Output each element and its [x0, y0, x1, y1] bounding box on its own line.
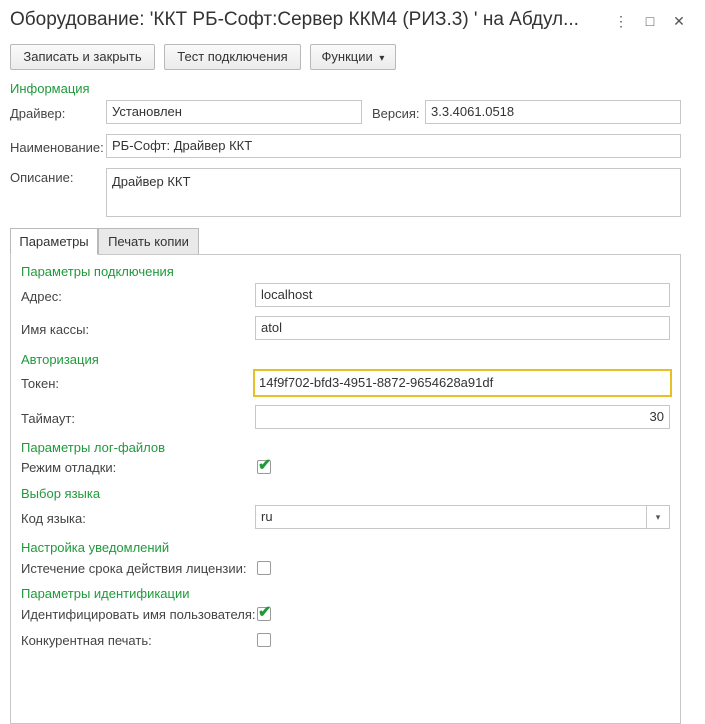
chevron-down-icon: ▾: [379, 53, 385, 64]
notify-section-title: Настройка уведомлений: [21, 540, 170, 555]
window-title: Оборудование: 'ККТ РБ-Софт:Сервер ККМ4 (…: [10, 9, 579, 30]
chevron-down-icon[interactable]: ▾: [646, 506, 669, 528]
lang-label: Код языка:: [21, 511, 86, 526]
debug-checkbox[interactable]: ✔: [257, 457, 272, 474]
concurrent-label: Конкурентная печать:: [21, 633, 152, 648]
close-icon[interactable]: ✕: [667, 10, 691, 32]
connection-section-title: Параметры подключения: [21, 264, 174, 279]
name-label: Наименование:: [10, 140, 104, 155]
driver-field[interactable]: Установлен: [106, 100, 362, 124]
version-label: Версия:: [372, 106, 420, 121]
more-icon[interactable]: ⋮: [609, 10, 633, 32]
version-field[interactable]: 3.3.4061.0518: [425, 100, 681, 124]
functions-button[interactable]: Функции ▾: [310, 44, 396, 70]
address-field[interactable]: localhost: [255, 283, 670, 307]
name-field[interactable]: РБ-Софт: Драйвер ККТ: [106, 134, 681, 158]
license-checkbox[interactable]: [257, 561, 271, 575]
check-icon: ✔: [258, 457, 272, 474]
token-label: Токен:: [21, 376, 60, 391]
log-section-title: Параметры лог-файлов: [21, 440, 165, 455]
save-close-button[interactable]: Записать и закрыть: [10, 44, 155, 70]
cashbox-label: Имя кассы:: [21, 322, 90, 337]
ident-user-checkbox[interactable]: ✔: [257, 604, 272, 621]
lang-section-title: Выбор языка: [21, 486, 101, 501]
lang-select[interactable]: ru ▾: [255, 505, 670, 529]
driver-label: Драйвер:: [10, 106, 66, 121]
token-field[interactable]: 14f9f702-bfd3-4951-8872-9654628a91df: [253, 369, 672, 397]
functions-label: Функции: [321, 49, 373, 64]
timeout-field[interactable]: 30: [255, 405, 670, 429]
timeout-label: Таймаут:: [21, 411, 75, 426]
debug-label: Режим отладки:: [21, 460, 117, 475]
auth-section-title: Авторизация: [21, 352, 99, 367]
ident-section-title: Параметры идентификации: [21, 586, 190, 601]
concurrent-checkbox[interactable]: [257, 633, 271, 647]
ident-user-label: Идентифицировать имя пользователя:: [21, 607, 256, 622]
test-connection-button[interactable]: Тест подключения: [164, 44, 301, 70]
tab-print-copy[interactable]: Печать копии: [98, 228, 199, 255]
license-label: Истечение срока действия лицензии:: [21, 561, 247, 576]
cashbox-field[interactable]: atol: [255, 316, 670, 340]
description-field[interactable]: Драйвер ККТ: [106, 168, 681, 217]
tab-parameters[interactable]: Параметры: [10, 228, 98, 255]
info-section-title: Информация: [10, 81, 90, 96]
lang-value: ru: [261, 509, 273, 524]
maximize-icon[interactable]: □: [638, 10, 662, 32]
check-icon: ✔: [258, 604, 272, 621]
description-label: Описание:: [10, 170, 74, 185]
address-label: Адрес:: [21, 289, 62, 304]
